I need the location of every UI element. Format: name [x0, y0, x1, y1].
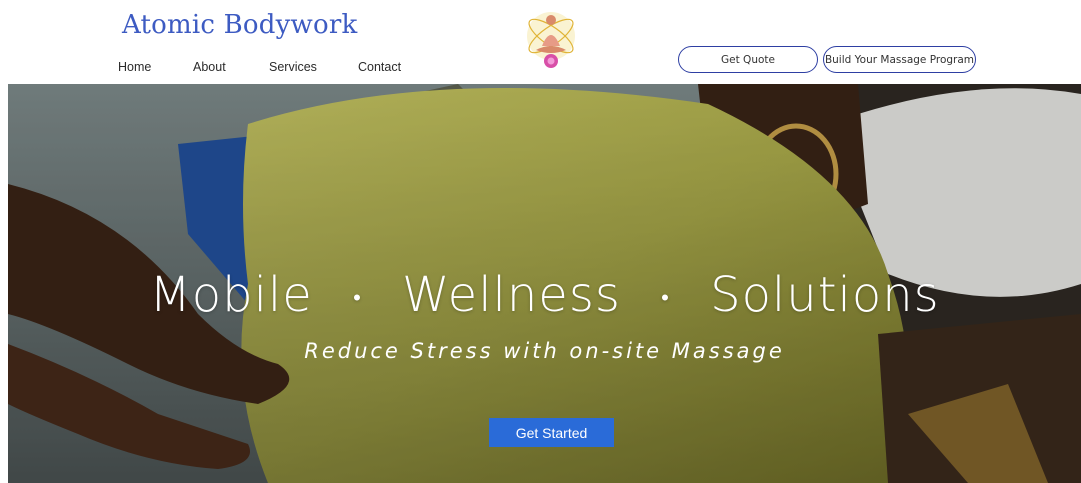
hero-separator: • [353, 286, 362, 311]
meditating-figure-atom-logo-icon[interactable] [520, 6, 582, 72]
nav-services[interactable]: Services [269, 60, 317, 74]
get-started-button[interactable]: Get Started [489, 418, 614, 447]
nav-about[interactable]: About [193, 60, 226, 74]
get-quote-button[interactable]: Get Quote [678, 46, 818, 73]
hero-subtitle: Reduce Stress with on-site Massage [304, 339, 785, 363]
hero-separator: • [661, 286, 670, 311]
hero-word-mobile: Mobile [149, 267, 313, 323]
hero-word-wellness: Wellness [402, 267, 621, 323]
nav-home[interactable]: Home [118, 60, 151, 74]
brand-name[interactable]: Atomic Bodywork [122, 10, 357, 40]
hero-title: Mobile • Wellness • Solutions [8, 267, 1081, 323]
nav-contact[interactable]: Contact [358, 60, 401, 74]
hero-section: Mobile • Wellness • Solutions Reduce Str… [8, 84, 1081, 483]
build-massage-program-button[interactable]: Build Your Massage Program [823, 46, 976, 73]
site-header: Atomic Bodywork Home About Services Cont… [0, 0, 1081, 84]
hero-word-solutions: Solutions [710, 267, 940, 323]
